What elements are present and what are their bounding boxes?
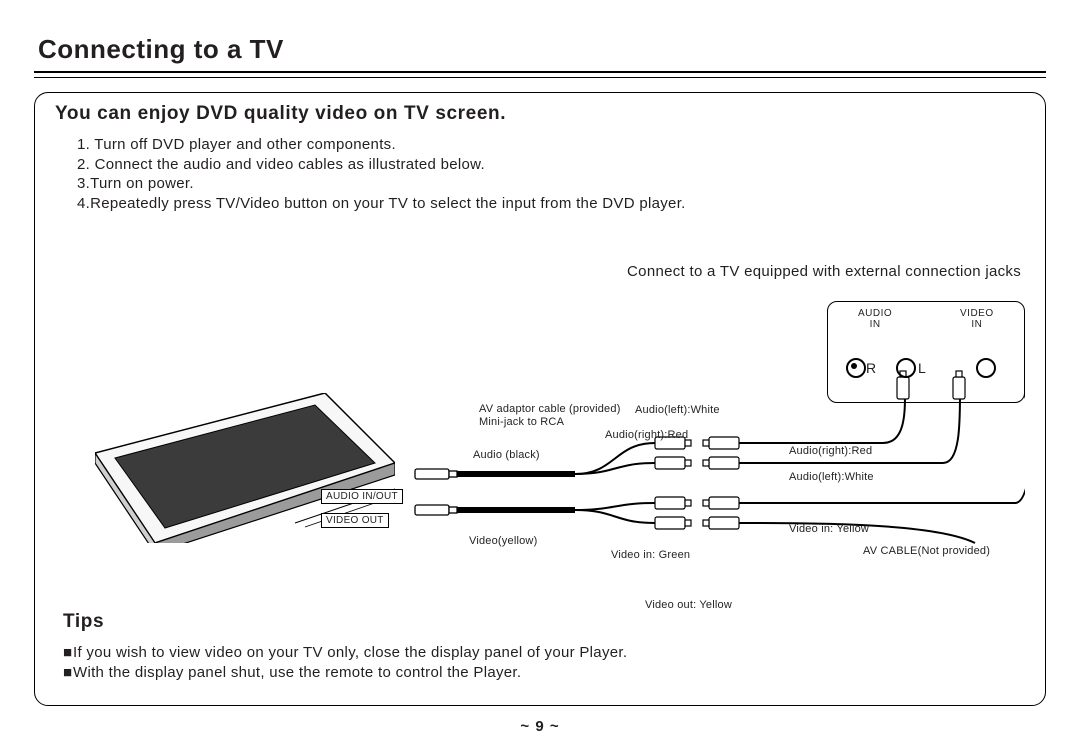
label-aleft-white-2: Audio(left):White bbox=[789, 471, 874, 483]
tip-2: ■With the display panel shut, use the re… bbox=[63, 663, 627, 683]
tv-input-jacks: AUDIO IN VIDEO IN R L bbox=[827, 301, 1025, 403]
tip-1: ■If you wish to view video on your TV on… bbox=[63, 643, 627, 663]
step-4: 4.Repeatedly press TV/Video button on yo… bbox=[77, 194, 1025, 214]
label-aright-red-2: Audio(right):Red bbox=[789, 445, 872, 457]
page-number: ~ 9 ~ bbox=[0, 718, 1080, 735]
label-av-cable: AV CABLE(Not provided) bbox=[863, 545, 990, 557]
label-video-yellow: Video(yellow) bbox=[469, 535, 537, 547]
label-adaptor-2: Mini-jack to RCA bbox=[479, 416, 564, 428]
label-aleft-white-1: Audio(left):White bbox=[635, 404, 720, 416]
tips-heading: Tips bbox=[63, 611, 104, 633]
tip-1-text: If you wish to view video on your TV onl… bbox=[73, 644, 627, 661]
audio-r-label: R bbox=[866, 360, 876, 376]
intro-title: You can enjoy DVD quality video on TV sc… bbox=[55, 103, 1025, 125]
step-3: 3.Turn on power. bbox=[77, 174, 1025, 194]
label-adaptor-1: AV adaptor cable (provided) bbox=[479, 403, 621, 415]
content-panel: You can enjoy DVD quality video on TV sc… bbox=[34, 92, 1046, 706]
steps-list: 1. Turn off DVD player and other compone… bbox=[77, 135, 1025, 213]
tip-2-text: With the display panel shut, use the rem… bbox=[73, 664, 521, 681]
label-video-out-yellow: Video out: Yellow bbox=[645, 599, 732, 611]
audio-l-jack-icon bbox=[896, 358, 916, 378]
title-rule bbox=[34, 71, 1046, 78]
wiring-diagram: AUDIO IN/OUT VIDEO OUT bbox=[55, 273, 1025, 633]
label-video-in-yellow: Video in: Yellow bbox=[789, 523, 869, 535]
video-in-header: VIDEO IN bbox=[960, 308, 994, 330]
label-aright-red-1: Audio(right):Red bbox=[605, 429, 688, 441]
audio-in-header: AUDIO IN bbox=[858, 308, 892, 330]
page-title: Connecting to a TV bbox=[38, 34, 1046, 65]
label-video-in-green: Video in: Green bbox=[611, 549, 690, 561]
video-jack-icon bbox=[976, 358, 996, 378]
step-1: 1. Turn off DVD player and other compone… bbox=[77, 135, 1025, 155]
audio-r-jack-icon bbox=[846, 358, 866, 378]
audio-l-label: L bbox=[918, 360, 926, 376]
manual-page: Connecting to a TV You can enjoy DVD qua… bbox=[0, 0, 1080, 747]
label-audio-black: Audio (black) bbox=[473, 449, 540, 461]
tips-list: ■If you wish to view video on your TV on… bbox=[63, 643, 627, 684]
step-2: 2. Connect the audio and video cables as… bbox=[77, 155, 1025, 175]
